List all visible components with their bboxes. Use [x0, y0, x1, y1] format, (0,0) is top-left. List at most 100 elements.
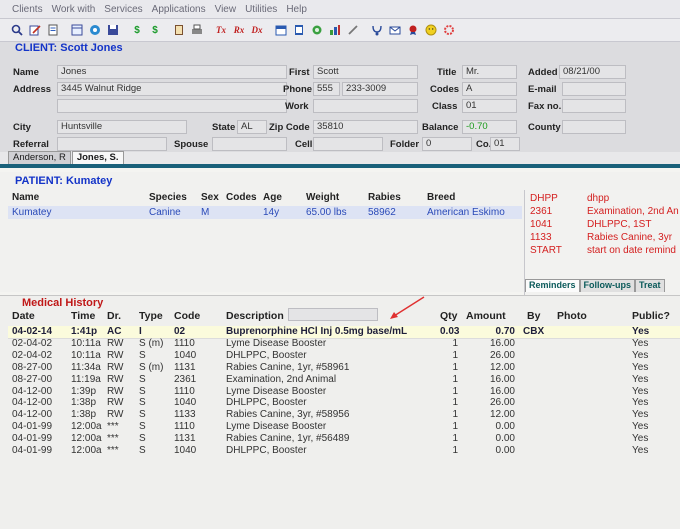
phone-area-field[interactable]: 555: [313, 82, 340, 96]
history-dr-header[interactable]: Dr.: [107, 310, 121, 322]
smiley-icon[interactable]: [424, 23, 438, 37]
table-row[interactable]: 08-27-00 11:34a RW S (m) 1131 Rabies Canine, …: [8, 362, 680, 374]
address-line2-field[interactable]: [57, 99, 287, 113]
history-by-header[interactable]: By: [527, 310, 540, 322]
search-icon[interactable]: [10, 23, 24, 37]
folder-field[interactable]: 0: [422, 137, 472, 151]
table-row[interactable]: 04-01-99 12:00a *** S 1040 DHLPPC, Booster 1 0.…: [8, 445, 680, 457]
history-public-cell: Yes: [632, 421, 649, 433]
description-filter-field[interactable]: [288, 308, 378, 321]
cell-field[interactable]: [313, 137, 383, 151]
tab-reminders[interactable]: Reminders: [525, 279, 580, 292]
save-icon[interactable]: [106, 23, 120, 37]
edit-icon[interactable]: [28, 23, 42, 37]
referral-field[interactable]: [57, 137, 167, 151]
history-type-cell: S: [139, 433, 146, 445]
patient-codes-header[interactable]: Codes: [226, 192, 257, 203]
table-row[interactable]: 08-27-00 11:19a RW S 2361 Examination, 2nd An…: [8, 374, 680, 386]
menu-utilities[interactable]: Utilities: [245, 4, 277, 15]
lab-icon[interactable]: [310, 23, 324, 37]
menu-applications[interactable]: Applications: [152, 4, 206, 15]
dollar-icon[interactable]: $: [148, 23, 162, 37]
history-time-cell: 12:00a: [71, 421, 102, 433]
history-date-header[interactable]: Date: [12, 310, 35, 322]
table-row[interactable]: 04-12-00 1:38p RW S 1040 DHLPPC, Booster 1 26.0…: [8, 397, 680, 409]
table-row[interactable]: 04-01-99 12:00a *** S 1110 Lyme Disease Boost…: [8, 421, 680, 433]
stethoscope-icon[interactable]: [370, 23, 384, 37]
print-icon[interactable]: [190, 23, 204, 37]
county-field[interactable]: [562, 120, 626, 134]
menu-services[interactable]: Services: [104, 4, 142, 15]
city-field[interactable]: Huntsville: [57, 120, 187, 134]
chart-icon[interactable]: [328, 23, 342, 37]
patient-species-header[interactable]: Species: [149, 192, 187, 203]
menu-work-with[interactable]: Work with: [52, 4, 96, 15]
history-dr-cell: ***: [107, 433, 119, 445]
menu-view[interactable]: View: [215, 4, 237, 15]
patient-rabies-header[interactable]: Rabies: [368, 192, 401, 203]
history-code-header[interactable]: Code: [174, 310, 200, 322]
history-description-header[interactable]: Description: [226, 310, 284, 322]
history-type-header[interactable]: Type: [139, 310, 163, 322]
save-icon[interactable]: [88, 23, 102, 37]
menu-clients[interactable]: Clients: [12, 4, 43, 15]
history-photo-header[interactable]: Photo: [557, 310, 587, 322]
calendar-icon[interactable]: [274, 23, 288, 37]
calendar-icon[interactable]: [292, 23, 306, 37]
dollar-icon[interactable]: $: [130, 23, 144, 37]
codes-field[interactable]: A: [462, 82, 517, 96]
history-description-cell: Examination, 2nd Animal: [226, 373, 337, 385]
reminder-desc: DHLPPC, 1ST: [587, 219, 652, 230]
history-dr-cell: RW: [107, 337, 124, 349]
table-row[interactable]: 04-02-14 1:41p AC I 02 Buprenorphine HCl Inj …: [8, 326, 680, 338]
tab-follow-ups[interactable]: Follow-ups: [579, 279, 636, 292]
phone-number-field[interactable]: 233-3009: [342, 82, 418, 96]
work-phone-field[interactable]: [313, 99, 418, 113]
history-qty-header[interactable]: Qty: [440, 310, 458, 322]
book-icon[interactable]: [172, 23, 186, 37]
diagnosis-icon[interactable]: Dx: [250, 23, 264, 37]
table-row[interactable]: 04-12-00 1:39p RW S 1110 Lyme Disease Booster…: [8, 386, 680, 398]
treatment-icon[interactable]: Tx: [214, 23, 228, 37]
history-description-cell: DHLPPC, Booster: [226, 349, 307, 361]
history-date-cell: 04-01-99: [12, 421, 53, 433]
table-row[interactable]: 04-12-00 1:38p RW S 1133 Rabies Canine, 3yr, …: [8, 409, 680, 421]
first-name-field[interactable]: Scott: [313, 65, 418, 79]
patient-weight-header[interactable]: Weight: [306, 192, 339, 203]
table-row[interactable]: 02-04-02 10:11a RW S (m) 1110 Lyme Disease Bo…: [8, 338, 680, 350]
patient-sex-header[interactable]: Sex: [201, 192, 219, 203]
tab-client-jones[interactable]: Jones, S.: [71, 151, 124, 164]
email-field[interactable]: [562, 82, 626, 96]
history-time-header[interactable]: Time: [71, 310, 95, 322]
document-icon[interactable]: [70, 23, 84, 37]
history-type-cell: S (m): [139, 361, 164, 373]
added-field: 08/21/00: [559, 65, 626, 79]
patient-age-header[interactable]: Age: [263, 192, 282, 203]
tab-treatments[interactable]: Treat: [635, 279, 665, 292]
pen-icon[interactable]: [346, 23, 360, 37]
tab-client-anderson[interactable]: Anderson, R: [8, 151, 71, 164]
address-field[interactable]: 3445 Walnut Ridge: [57, 82, 287, 96]
state-field[interactable]: AL: [237, 120, 267, 134]
email-icon[interactable]: [388, 23, 402, 37]
spouse-field[interactable]: [212, 137, 287, 151]
class-field[interactable]: 01: [462, 99, 517, 113]
history-public-header[interactable]: Public?: [632, 310, 670, 322]
title-field[interactable]: Mr.: [462, 65, 517, 79]
document-icon[interactable]: [46, 23, 60, 37]
table-row[interactable]: 04-01-99 12:00a *** S 1131 Rabies Canine, 1yr…: [8, 433, 680, 445]
table-row[interactable]: 02-04-02 10:11a RW S 1040 DHLPPC, Booster 1 26.…: [8, 350, 680, 362]
zip-field[interactable]: 35810: [313, 120, 418, 134]
history-amount-header[interactable]: Amount: [466, 310, 506, 322]
award-icon[interactable]: [406, 23, 420, 37]
history-dr-cell: ***: [107, 445, 119, 456]
patient-breed-header[interactable]: Breed: [427, 192, 455, 203]
settings-icon[interactable]: [442, 23, 456, 37]
menu-help[interactable]: Help: [286, 4, 307, 15]
patient-name-header[interactable]: Name: [12, 192, 39, 203]
last-name-field[interactable]: Jones: [57, 65, 287, 79]
fax-field[interactable]: [562, 99, 626, 113]
prescription-icon[interactable]: Rx: [232, 23, 246, 37]
history-dr-cell: RW: [107, 349, 124, 361]
co-field[interactable]: 01: [490, 137, 520, 151]
